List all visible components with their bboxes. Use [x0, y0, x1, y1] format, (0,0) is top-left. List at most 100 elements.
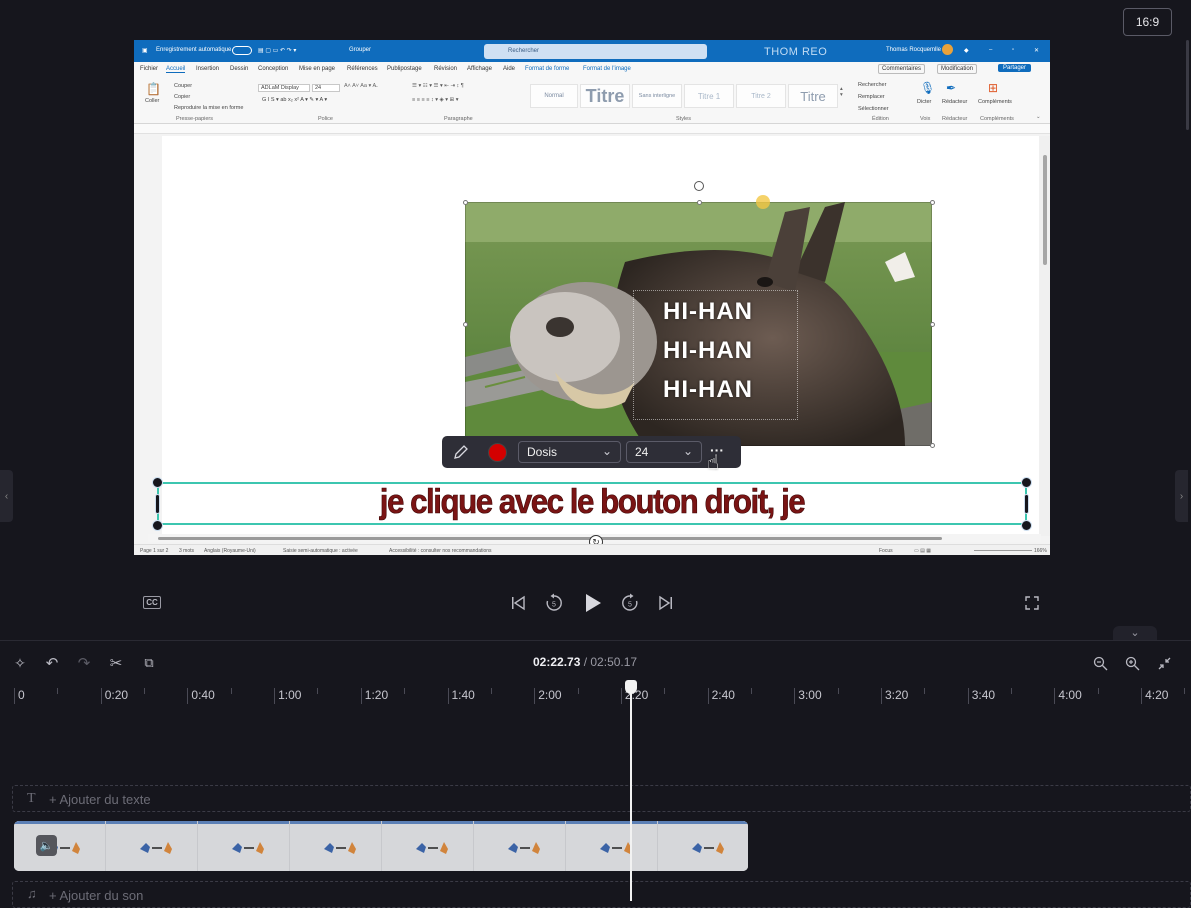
- collapse-preview-button[interactable]: ⌄: [1113, 626, 1157, 641]
- resize-handle[interactable]: [930, 443, 935, 448]
- font-size-select[interactable]: 24 ⌄: [626, 441, 702, 463]
- microphone-icon[interactable]: 🎙: [920, 81, 935, 95]
- audio-track[interactable]: ♫ + Ajouter du son: [12, 881, 1191, 908]
- select-button[interactable]: Sélectionner: [858, 106, 889, 112]
- diamond-icon[interactable]: ◆: [964, 47, 969, 54]
- resize-handle[interactable]: [930, 322, 935, 327]
- menu-aide[interactable]: Aide: [503, 66, 515, 72]
- restore-icon[interactable]: ▫: [1012, 47, 1014, 53]
- copy-button[interactable]: Copier: [174, 94, 190, 100]
- playhead-knob[interactable]: [625, 680, 637, 694]
- magic-tools-icon[interactable]: ✧: [11, 654, 29, 672]
- fullscreen-button[interactable]: [1023, 594, 1041, 612]
- left-panel-toggle[interactable]: ‹: [0, 470, 13, 522]
- fit-timeline-button[interactable]: [1155, 654, 1173, 672]
- split-scissors-icon[interactable]: ✂: [107, 654, 125, 672]
- resize-handle[interactable]: [463, 200, 468, 205]
- caption-handle[interactable]: [152, 477, 163, 488]
- status-accessibility[interactable]: Accessibilité : consulter nos recommanda…: [389, 548, 492, 554]
- rotate-handle-icon[interactable]: [694, 181, 704, 191]
- caption-handle[interactable]: [1021, 477, 1032, 488]
- zoom-level[interactable]: 166%: [1034, 548, 1047, 554]
- caption-handle[interactable]: [1021, 520, 1032, 531]
- text-track[interactable]: T + Ajouter du texte: [12, 785, 1191, 812]
- caption-handle[interactable]: [152, 520, 163, 531]
- modification-button[interactable]: Modification: [937, 64, 978, 74]
- editor-button[interactable]: Rédacteur: [942, 99, 967, 105]
- style-titre-alt[interactable]: Titre: [788, 84, 838, 108]
- edit-pencil-icon[interactable]: [452, 443, 470, 461]
- list-icons[interactable]: ☰ ▾ ☷ ▾ ☰ ▾ ⇤ ⇥ ↕ ¶: [412, 83, 464, 89]
- paste-button[interactable]: Coller: [145, 98, 159, 104]
- align-icons[interactable]: ≡ ≡ ≡ ≡ ↕ ▾ ◈ ▾ ⊞ ▾: [412, 97, 458, 103]
- menu-mise-en-page[interactable]: Mise en page: [299, 66, 335, 72]
- horizontal-scroll-thumb[interactable]: [158, 537, 942, 540]
- styles-scroll-icon[interactable]: ▴ ▾: [840, 86, 843, 98]
- speaker-icon[interactable]: 🔈: [36, 835, 57, 856]
- preview-scrollbar[interactable]: [1186, 40, 1189, 130]
- dictate-button[interactable]: Dicter: [917, 99, 931, 105]
- aspect-ratio-button[interactable]: 16:9: [1123, 8, 1172, 36]
- style-titre[interactable]: Titre: [580, 84, 630, 108]
- find-button[interactable]: Rechercher: [858, 82, 886, 88]
- focus-button[interactable]: Focus: [879, 548, 893, 554]
- forward-5s-button[interactable]: 5: [619, 592, 641, 614]
- menu-affichage[interactable]: Affichage: [467, 66, 492, 72]
- autosave-toggle[interactable]: [232, 46, 252, 55]
- right-panel-toggle[interactable]: ›: [1175, 470, 1188, 522]
- status-prediction[interactable]: Saisie semi-automatique : activée: [283, 548, 358, 554]
- menu-format-de-forme[interactable]: Format de forme: [525, 66, 569, 72]
- duplicate-icon[interactable]: ⧉: [140, 654, 158, 672]
- font-size-select[interactable]: 24: [312, 84, 340, 92]
- avatar[interactable]: [942, 44, 953, 55]
- menu-references[interactable]: Références: [347, 66, 378, 72]
- menu-insertion[interactable]: Insertion: [196, 66, 219, 72]
- style-normal[interactable]: Normal: [530, 84, 578, 108]
- zoom-out-button[interactable]: [1091, 654, 1109, 672]
- redo-icon[interactable]: ↷: [75, 654, 93, 672]
- style-titre-1[interactable]: Titre 1: [684, 84, 734, 108]
- caption-side-handle[interactable]: [155, 494, 160, 514]
- menu-accueil[interactable]: Accueil: [166, 66, 186, 73]
- undo-icon[interactable]: ↶: [43, 654, 61, 672]
- playhead[interactable]: [630, 682, 632, 901]
- editor-icon[interactable]: ✒: [946, 81, 956, 95]
- vertical-scroll-thumb[interactable]: [1043, 155, 1047, 265]
- addins-button[interactable]: Compléments: [978, 99, 1012, 105]
- style-sans-interligne[interactable]: Sans interligne: [632, 84, 682, 108]
- font-style-icons[interactable]: G I S ▾ ab x₂ x² A ▾ ✎ ▾ A ▾: [262, 97, 327, 103]
- add-text-label[interactable]: + Ajouter du texte: [49, 792, 151, 807]
- resize-handle[interactable]: [930, 200, 935, 205]
- font-tools-icon[interactable]: A˄ A˅ Aa ▾ A̶: [344, 83, 376, 89]
- text-color-swatch[interactable]: [488, 443, 507, 462]
- menu-fichier[interactable]: Fichier: [140, 66, 158, 72]
- caption-side-handle[interactable]: [1024, 494, 1029, 514]
- replace-button[interactable]: Remplacer: [858, 94, 885, 100]
- word-search-input[interactable]: Rechercher: [484, 44, 707, 59]
- video-clip[interactable]: 🔈: [14, 821, 748, 871]
- font-name-select[interactable]: ADLaM Display: [258, 84, 310, 92]
- cut-button[interactable]: Couper: [174, 83, 192, 89]
- skip-to-start-button[interactable]: [508, 592, 528, 614]
- menu-conception[interactable]: Conception: [258, 66, 288, 72]
- style-titre-2[interactable]: Titre 2: [736, 84, 786, 108]
- menu-format-image[interactable]: Format de l'image: [583, 66, 631, 72]
- resize-handle[interactable]: [697, 200, 702, 205]
- resize-handle[interactable]: [463, 322, 468, 327]
- captions-button[interactable]: CC: [143, 596, 161, 609]
- minimize-icon[interactable]: –: [989, 47, 992, 53]
- zoom-slider[interactable]: [974, 550, 1032, 551]
- close-icon[interactable]: ✕: [1034, 47, 1039, 54]
- donkey-image[interactable]: HI-HAN HI-HAN HI-HAN: [465, 202, 932, 446]
- view-icons[interactable]: ▭ ▤ ▦: [914, 548, 931, 554]
- zoom-in-button[interactable]: [1123, 654, 1141, 672]
- menu-publipostage[interactable]: Publipostage: [387, 66, 422, 72]
- caption-text[interactable]: je clique avec le bouton droit, je: [192, 483, 992, 522]
- status-language[interactable]: Anglais (Royaume-Uni): [204, 548, 256, 554]
- group-menu[interactable]: Grouper: [349, 47, 371, 53]
- format-painter-button[interactable]: Reproduire la mise en forme: [174, 105, 243, 111]
- play-button[interactable]: [582, 592, 604, 614]
- save-icon[interactable]: ▤ ▢ ▭ ↶ ↷ ▾: [258, 47, 296, 54]
- font-select[interactable]: Dosis ⌄: [518, 441, 621, 463]
- menu-revision[interactable]: Révision: [434, 66, 457, 72]
